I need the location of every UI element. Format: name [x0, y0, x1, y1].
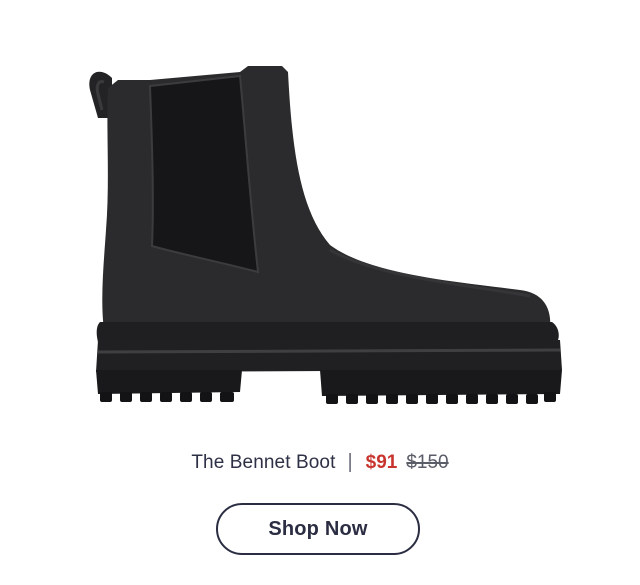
product-image[interactable] [0, 0, 640, 430]
shop-now-button[interactable]: Shop Now [216, 503, 420, 555]
chelsea-boot-icon [89, 66, 562, 404]
caption-divider: | [347, 450, 353, 473]
product-caption: The Bennet Boot | $91 $150 [0, 446, 640, 480]
original-price: $150 [406, 452, 449, 473]
product-name[interactable]: The Bennet Boot [191, 452, 335, 474]
sale-price: $91 [365, 452, 398, 473]
